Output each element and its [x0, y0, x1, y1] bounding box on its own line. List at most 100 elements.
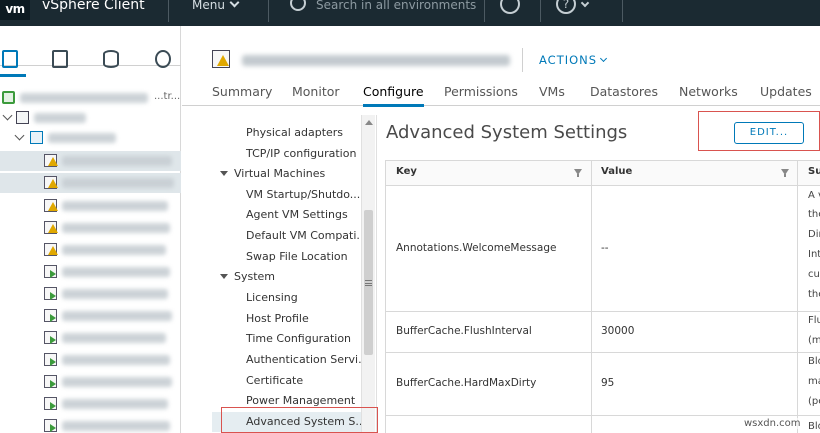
tree-node-cluster[interactable] — [0, 128, 181, 148]
subnav-authentication-services[interactable]: Authentication Servi... — [212, 350, 362, 370]
subnav-scrollbar[interactable] — [361, 115, 375, 433]
object-title-redacted — [242, 55, 510, 66]
redacted-label — [62, 223, 170, 233]
redacted-label — [62, 399, 168, 409]
subnav-physical-adapters[interactable]: Physical adapters — [212, 123, 362, 143]
tab-datastores[interactable]: Datastores — [590, 84, 658, 99]
vms-and-templates-icon[interactable] — [52, 50, 68, 68]
vm-powered-on-icon — [44, 419, 57, 432]
hosts-and-clusters-icon[interactable] — [0, 50, 26, 77]
tree-node-datacenter[interactable] — [0, 108, 181, 128]
setting-key: BufferCache.FlushInterval — [396, 325, 532, 337]
host-warning-icon — [44, 154, 58, 167]
redacted-label — [62, 311, 172, 321]
subnav-item-label: TCP/IP configuration — [246, 147, 357, 160]
tree-node-host[interactable] — [0, 218, 181, 238]
watermark: wsxdn.com — [744, 418, 801, 429]
redacted-label — [62, 267, 170, 277]
redacted-label — [62, 333, 166, 343]
filter-icon[interactable] — [781, 169, 789, 177]
tree-node-vm[interactable] — [0, 328, 181, 348]
tab-permissions[interactable]: Permissions — [444, 84, 518, 99]
column-header-key[interactable]: Key — [396, 166, 417, 177]
configure-subnav: Physical adapters TCP/IP configuration V… — [212, 115, 377, 433]
advanced-settings-grid: Key Value Su Annotations.WelcomeMessage … — [385, 160, 820, 433]
setting-key: Annotations.WelcomeMessage — [396, 242, 557, 254]
tree-node-vm[interactable] — [0, 394, 181, 414]
chevron-down-icon[interactable] — [580, 0, 590, 8]
redacted-label — [34, 113, 86, 123]
cluster-icon — [30, 131, 43, 144]
subnav-vm-startup-shutdown[interactable]: VM Startup/Shutdo... — [212, 185, 362, 205]
subnav-group-label: System — [234, 270, 276, 283]
setting-summary: ma — [808, 376, 820, 387]
subnav-agent-vm-settings[interactable]: Agent VM Settings — [212, 205, 362, 225]
topbar-divider — [622, 0, 623, 22]
tab-configure[interactable]: Configure — [363, 84, 424, 107]
tree-node-host[interactable] — [0, 240, 181, 260]
subnav-time-configuration[interactable]: Time Configuration — [212, 329, 362, 349]
help-icon[interactable]: ? — [556, 0, 576, 14]
tree-node-vm[interactable] — [0, 284, 181, 304]
tab-monitor[interactable]: Monitor — [292, 84, 340, 99]
table-row[interactable]: BufferCache.HardMaxDirty 95 Blo ma (pe — [386, 353, 820, 416]
table-row[interactable]: BufferCache.FlushInterval 30000 Flu (ml — [386, 312, 820, 353]
topbar-divider — [540, 0, 541, 22]
column-header-value[interactable]: Value — [601, 166, 632, 177]
tree-node-host[interactable] — [0, 173, 181, 193]
tree-node-vm[interactable] — [0, 306, 181, 326]
subnav-item-label: Certificate — [246, 374, 304, 387]
tab-vms[interactable]: VMs — [539, 84, 565, 99]
expand-icon[interactable] — [2, 110, 13, 121]
refresh-icon[interactable] — [500, 0, 520, 14]
tree-node-vcenter[interactable]: ...tr... — [0, 88, 181, 108]
setting-summary: Dir — [808, 229, 820, 240]
tab-summary[interactable]: Summary — [212, 84, 272, 99]
subnav-group-virtual-machines[interactable]: Virtual Machines — [212, 164, 362, 184]
navigator-tabs — [0, 26, 181, 77]
tree-node-vm[interactable] — [0, 372, 181, 392]
subnav-advanced-system-settings[interactable]: Advanced System S... — [212, 412, 362, 432]
menu-button[interactable]: Menu — [192, 0, 240, 12]
host-warning-icon — [212, 50, 230, 68]
redacted-label — [62, 377, 172, 387]
setting-value: -- — [601, 242, 609, 254]
subnav-swap-file-location[interactable]: Swap File Location — [212, 247, 362, 267]
subnav-licensing[interactable]: Licensing — [212, 288, 362, 308]
datacenter-icon — [16, 111, 29, 124]
tab-networks[interactable]: Networks — [679, 84, 738, 99]
setting-summary: Flu — [808, 315, 820, 326]
menu-label: Menu — [192, 0, 225, 12]
subnav-item-label: Default VM Compati... — [246, 229, 362, 242]
storage-icon[interactable] — [103, 50, 119, 68]
tree-node-host[interactable] — [0, 196, 181, 216]
subnav-power-management[interactable]: Power Management — [212, 391, 362, 411]
inventory-navigator: ...tr... — [0, 26, 181, 433]
filter-icon[interactable] — [574, 169, 582, 177]
subnav-group-system[interactable]: System — [212, 267, 362, 287]
redacted-label — [62, 156, 172, 166]
redacted-label — [20, 93, 148, 103]
expand-icon[interactable] — [14, 130, 25, 141]
scroll-up-arrow-icon[interactable] — [365, 120, 373, 125]
actions-menu-button[interactable]: ACTIONS — [539, 53, 608, 67]
subnav-item-label: Authentication Servi... — [246, 353, 362, 366]
tree-node-suffix: ...tr... — [154, 91, 181, 102]
search-icon[interactable] — [290, 0, 306, 11]
subnav-tcpip-configuration[interactable]: TCP/IP configuration — [212, 144, 362, 164]
tree-node-vm[interactable] — [0, 262, 181, 282]
column-header-summary[interactable]: Su — [808, 166, 820, 177]
networking-icon[interactable] — [155, 50, 171, 68]
chevron-down-icon — [229, 0, 240, 8]
tree-node-vm[interactable] — [0, 416, 181, 433]
subnav-default-vm-compatibility[interactable]: Default VM Compati... — [212, 226, 362, 246]
subnav-certificate[interactable]: Certificate — [212, 371, 362, 391]
edit-button[interactable]: EDIT... — [734, 122, 804, 144]
table-row[interactable]: Annotations.WelcomeMessage -- A v the Di… — [386, 186, 820, 312]
tree-node-vm[interactable] — [0, 350, 181, 370]
tree-node-host[interactable] — [0, 151, 181, 171]
subnav-host-profile[interactable]: Host Profile — [212, 309, 362, 329]
chevron-down-icon — [600, 54, 608, 63]
search-input[interactable]: Search in all environments — [316, 0, 476, 12]
tab-updates[interactable]: Updates — [760, 84, 812, 99]
